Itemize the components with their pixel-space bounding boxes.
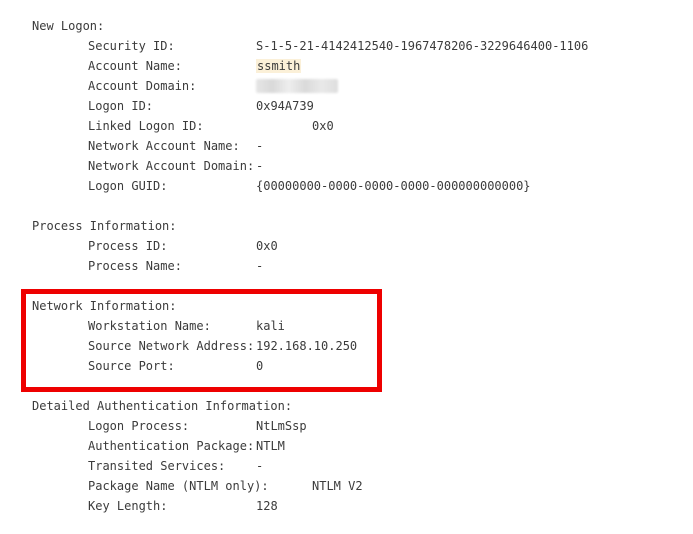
account-name-value: ssmith: [256, 59, 302, 73]
process-id-value: 0x0: [256, 239, 278, 253]
logon-process-label: Logon Process:: [88, 419, 190, 433]
transited-services-value: -: [256, 459, 264, 473]
process-id-label: Process ID:: [88, 239, 168, 253]
network-account-name-label: Network Account Name:: [88, 139, 240, 153]
authentication-package-value: NTLM: [256, 439, 285, 453]
account-name-label: Account Name:: [88, 59, 182, 73]
network-information-highlight-box: [21, 289, 382, 392]
detailed-authentication-heading: Detailed Authentication Information:: [32, 399, 293, 413]
key-length-label: Key Length:: [88, 499, 168, 513]
event-log-details: New Logon: Security ID: S-1-5-21-4142412…: [0, 0, 693, 534]
process-information-heading: Process Information:: [32, 219, 177, 233]
account-name-value-wrapper: ssmith: [256, 56, 302, 76]
network-account-name-value: -: [256, 139, 264, 153]
logon-process-value: NtLmSsp: [256, 419, 307, 433]
linked-logon-id-value: 0x0: [312, 119, 334, 133]
logon-guid-value: {00000000-0000-0000-0000-000000000000}: [256, 179, 531, 193]
process-name-label: Process Name:: [88, 259, 182, 273]
transited-services-label: Transited Services:: [88, 459, 226, 473]
logon-id-value: 0x94A739: [256, 99, 314, 113]
package-name-label: Package Name (NTLM only):: [88, 479, 269, 493]
key-length-value: 128: [256, 499, 278, 513]
account-domain-label: Account Domain:: [88, 79, 197, 93]
linked-logon-id-label: Linked Logon ID:: [88, 119, 204, 133]
authentication-package-label: Authentication Package:: [88, 439, 255, 453]
new-logon-heading: New Logon:: [32, 19, 105, 33]
logon-id-label: Logon ID:: [88, 99, 154, 113]
redacted-account-domain: [256, 79, 338, 93]
network-account-domain-value: -: [256, 159, 264, 173]
account-domain-value-wrapper: [256, 76, 338, 96]
process-name-value: -: [256, 259, 264, 273]
logon-guid-label: Logon GUID:: [88, 179, 168, 193]
package-name-value: NTLM V2: [312, 479, 363, 493]
security-id-label: Security ID:: [88, 39, 175, 53]
network-account-domain-label: Network Account Domain:: [88, 159, 255, 173]
security-id-value: S-1-5-21-4142412540-1967478206-322964640…: [256, 39, 589, 53]
